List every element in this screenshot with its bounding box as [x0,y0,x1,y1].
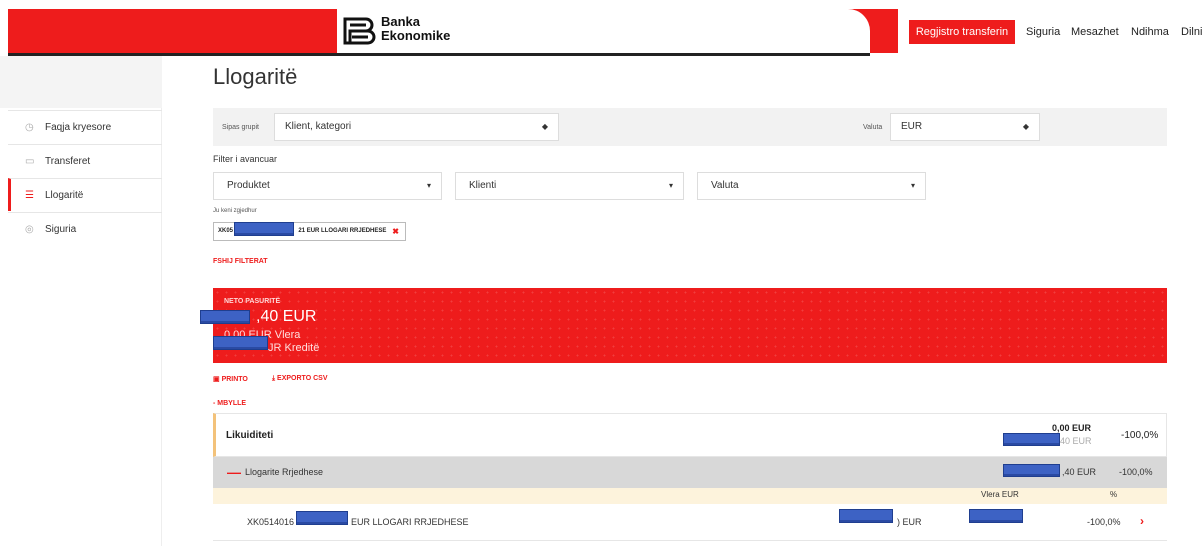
products-filter-value: Produktet [227,180,270,191]
account-iban: XK0514016 [247,517,295,527]
account-percent: -100,0% [1087,517,1121,527]
card-icon: ▭ [25,156,35,167]
remove-chip-icon[interactable]: ✖ [392,223,399,240]
net-assets-panel: NETO PASURITË ,40 EUR 0,00 EUR Vlera JR … [213,288,1167,363]
net-assets-title: NETO PASURITË [224,298,281,305]
nav-help[interactable]: Ndihma [1131,20,1169,44]
advanced-filter-label: Filter i avancuar [213,154,278,164]
sidebar-item-home[interactable]: ◷ Faqja kryesore [8,110,162,143]
select-arrow-icon: ◆ [541,122,548,131]
shield-icon: ◎ [25,224,34,235]
row-value: ,40 EUR [1062,467,1097,477]
redaction-mark [213,336,268,350]
redaction-mark [296,511,348,525]
select-arrow-icon: ◆ [1022,122,1029,131]
print-icon: ▣ [213,376,222,383]
row-value: 0,00 EUR [1052,423,1092,433]
sidebar-item-transfers[interactable]: ▭ Transferet [8,144,162,177]
clear-filters-link[interactable]: FSHIJ FILTERAT [213,258,268,265]
redaction-mark [200,310,250,324]
sidebar-item-label: Transferet [45,156,91,167]
account-value: ) EUR [897,517,922,527]
group-select[interactable]: Klient, kategori ◆ [274,113,559,141]
nav-logout[interactable]: Dilni [1181,20,1202,44]
net-assets-credit-line: JR Kreditë [268,342,320,354]
bank-logo-icon[interactable] [342,16,376,46]
client-filter[interactable]: Klienti ▾ [455,172,684,200]
row-name: Likuiditeti [226,430,274,441]
redaction-mark [839,509,893,523]
brand-line2: Ekonomike [381,28,451,43]
row-percent: -100,0% [1121,430,1159,441]
chevron-right-icon[interactable]: › [1140,514,1144,528]
nav-messages[interactable]: Mesazhet [1071,20,1119,44]
brand-line1: Banka [381,14,421,29]
row-value-secondary: 40 EUR [1060,436,1092,446]
print-label: PRINTO [221,376,248,383]
collapse-minus-icon[interactable]: — [227,464,241,480]
print-link[interactable]: ▣ PRINTO [213,375,248,383]
sidebar-item-label: Faqja kryesore [45,122,112,133]
currency-label: Valuta [863,124,883,131]
group-filter-bar: Sipas grupit Klient, kategori ◆ Valuta E… [213,108,1167,146]
brand-name: Banka Ekonomike [381,15,450,43]
chip-prefix: XK05 [218,228,234,234]
nav-security[interactable]: Siguria [1026,20,1060,44]
column-header-percent: % [1110,490,1118,499]
home-icon: ◷ [25,122,34,133]
collapse-link[interactable]: - MBYLLE [213,400,246,407]
chip-suffix: 21 EUR LLOGARI RRJEDHESE [298,228,387,234]
row-name: Llogarite Rrjedhese [245,467,324,477]
sidebar: ◷ Faqja kryesore ▭ Transferet ☰ Llogarit… [0,56,162,546]
products-filter[interactable]: Produktet ▾ [213,172,442,200]
client-filter-value: Klienti [469,180,497,191]
column-header-value: Vlera EUR [981,490,1019,499]
sidebar-item-label: Siguria [45,224,77,235]
page-title: Llogaritë [213,64,298,89]
sidebar-item-accounts[interactable]: ☰ Llogaritë [8,178,162,211]
database-icon: ☰ [25,190,34,201]
header: Banka Ekonomike Regjistro transferin Sig… [0,0,1202,56]
currency-select-value: EUR [901,121,923,132]
redaction-mark [1003,433,1060,446]
row-percent: -100,0% [1119,467,1153,477]
chevron-down-icon: ▾ [910,181,915,190]
currency-select[interactable]: EUR ◆ [890,113,1040,141]
account-description: EUR LLOGARI RRJEDHESE [351,517,469,527]
redaction-mark [969,509,1023,523]
sidebar-item-security[interactable]: ◎ Siguria [8,212,162,245]
group-select-value: Klient, kategori [285,121,352,132]
redaction-mark [1003,464,1060,477]
group-label: Sipas grupit [222,124,259,131]
chevron-down-icon: ▾ [668,181,673,190]
currency-filter[interactable]: Valuta ▾ [697,172,926,200]
currency-filter-value: Valuta [711,180,739,191]
chosen-label: Ju keni zgjedhur [213,208,257,214]
sidebar-item-label: Llogaritë [45,190,84,201]
chevron-down-icon: ▾ [426,181,431,190]
redaction-mark [234,222,294,236]
register-transfer-button[interactable]: Regjistro transferin [909,20,1015,44]
table-header: Vlera EUR % [213,488,1167,504]
sidebar-header [0,56,162,108]
export-csv-link[interactable]: ⤓ EXPORTO CSV [272,375,328,383]
table-row-account[interactable]: XK0514016 EUR LLOGARI RRJEDHESE ) EUR -1… [213,504,1167,541]
net-assets-value: ,40 EUR [256,308,317,325]
export-label: EXPORTO CSV [277,375,328,382]
